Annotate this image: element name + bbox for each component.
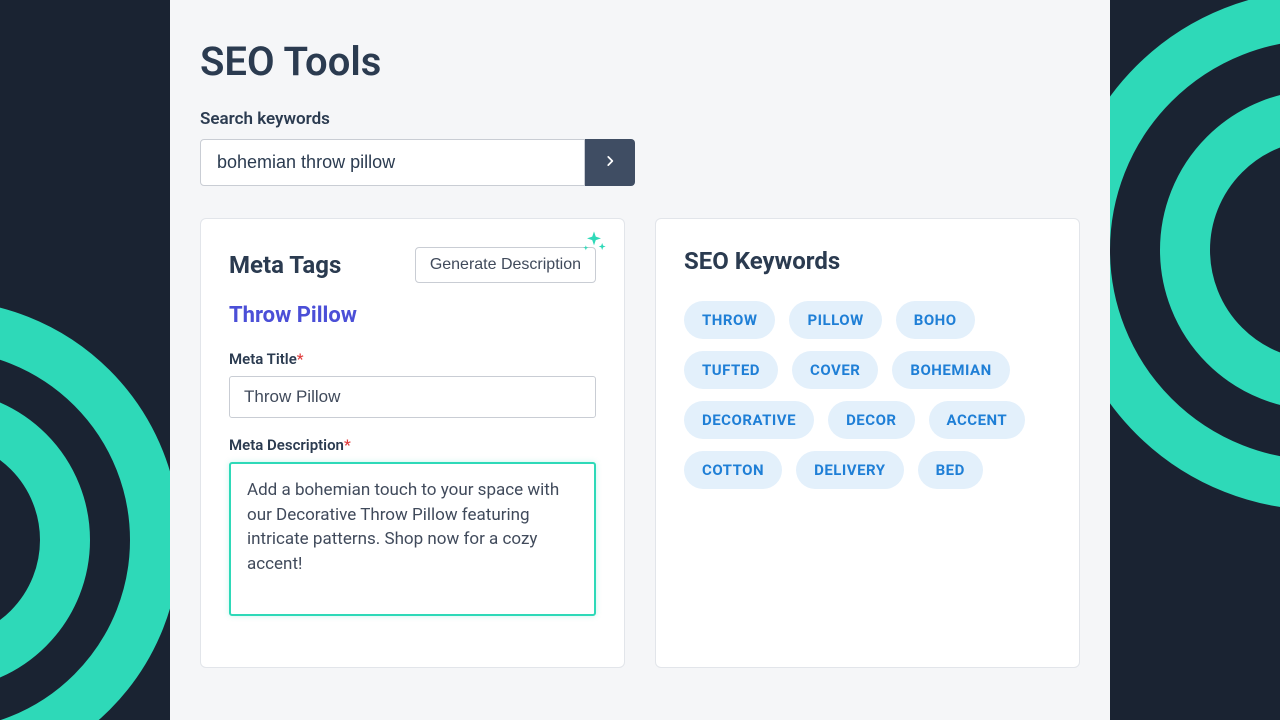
keyword-chip[interactable]: COVER	[792, 351, 878, 389]
keyword-chip[interactable]: COTTON	[684, 451, 782, 489]
keyword-chip[interactable]: BOHEMIAN	[892, 351, 1009, 389]
generate-description-button[interactable]: Generate Description	[415, 247, 596, 283]
meta-title-label-text: Meta Title	[229, 350, 297, 368]
keyword-chip[interactable]: ACCENT	[929, 401, 1026, 439]
search-row	[200, 139, 635, 186]
keyword-chip[interactable]: PILLOW	[789, 301, 881, 339]
seo-keywords-title: SEO Keywords	[684, 247, 1051, 275]
bg-arc	[1160, 90, 1280, 410]
meta-title-input[interactable]	[229, 376, 596, 418]
seo-tools-panel: SEO Tools Search keywords Meta Tags	[170, 0, 1110, 720]
chevron-right-icon	[603, 150, 617, 175]
search-keywords-input[interactable]	[200, 139, 585, 186]
bg-arc	[0, 300, 180, 720]
product-title: Throw Pillow	[229, 303, 596, 328]
generate-description-wrap: Generate Description	[415, 247, 596, 283]
search-keywords-label: Search keywords	[200, 109, 1080, 129]
seo-keywords-card: SEO Keywords THROW PILLOW BOHO TUFTED COVER B…	[655, 218, 1080, 668]
page-title: SEO Tools	[200, 38, 1080, 85]
required-mark: *	[344, 436, 351, 454]
required-mark: *	[297, 350, 304, 368]
meta-description-textarea[interactable]	[229, 462, 596, 616]
keyword-chip[interactable]: DECOR	[828, 401, 914, 439]
meta-tags-card: Meta Tags Generate Description Throw Pil…	[200, 218, 625, 668]
keyword-chip-list: THROWPILLOWBOHOTUFTEDCOVERBOHEMIANDECORA…	[684, 301, 1051, 489]
meta-title-label: Meta Title*	[229, 350, 596, 368]
keyword-chip[interactable]: TUFTED	[684, 351, 778, 389]
meta-description-label: Meta Description*	[229, 436, 596, 454]
meta-tags-title: Meta Tags	[229, 251, 341, 279]
cards-row: Meta Tags Generate Description Throw Pil…	[200, 218, 1080, 668]
meta-tags-header: Meta Tags Generate Description	[229, 247, 596, 283]
keyword-chip[interactable]: BOHO	[896, 301, 975, 339]
search-submit-button[interactable]	[585, 139, 635, 186]
meta-description-label-text: Meta Description	[229, 436, 344, 454]
sparkle-icon	[580, 229, 608, 261]
keyword-chip[interactable]: DECORATIVE	[684, 401, 814, 439]
bg-arc	[0, 390, 90, 690]
keyword-chip[interactable]: BED	[918, 451, 983, 489]
keyword-chip[interactable]: DELIVERY	[796, 451, 903, 489]
keyword-chip[interactable]: THROW	[684, 301, 775, 339]
